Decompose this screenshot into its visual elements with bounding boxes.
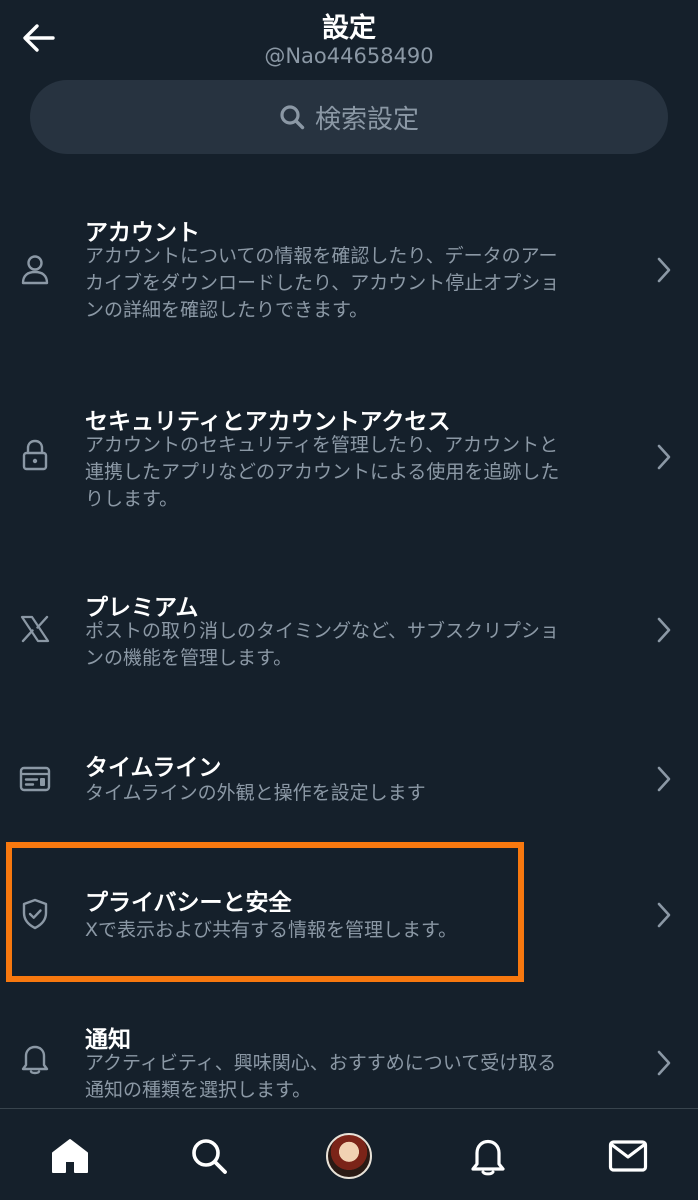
user-handle: @Nao44658490 [264,44,434,68]
settings-item-description: アカウントのセキュリティを管理したり、アカウントと 連携したアプリなどのアカウン… [85,434,560,510]
page-title: 設定 [322,13,376,44]
nav-notifications[interactable] [463,1131,513,1181]
chevron-right-icon [654,1048,674,1078]
mail-icon [608,1140,648,1172]
bottom-nav [0,1108,698,1200]
chevron-right-icon [654,442,674,472]
person-icon [18,253,52,287]
header: 設定 @Nao44658490 [0,0,698,70]
settings-item-account[interactable]: アカウント アカウントについての情報を確認したり、データのアー カイブをダウンロ… [0,205,698,335]
settings-item-title: アカウント [85,220,200,246]
settings-item-title: プライバシーと安全 [85,890,292,916]
chevron-right-icon [654,615,674,645]
settings-item-description: アクティビティ、興味関心、おすすめについて受け取る 通知の種類を選択します。 [85,1052,557,1101]
settings-item-title: プレミアム [85,595,199,621]
settings-item-timeline[interactable]: タイムライン タイムラインの外観と操作を設定します [0,740,698,820]
avatar [326,1133,372,1179]
chevron-right-icon [654,900,674,930]
nav-messages[interactable] [603,1131,653,1181]
search-placeholder: 検索設定 [314,104,419,135]
x-logo-icon [18,612,52,646]
settings-item-description: アカウントについての情報を確認したり、データのアー カイブをダウンロードしたり、… [85,245,560,321]
settings-item-title: 通知 [85,1027,131,1053]
settings-item-description: タイムラインの外観と操作を設定します [85,782,426,804]
settings-item-description: ポストの取り消しのタイミングなど、サブスクリプショ ンの機能を管理します。 [85,620,560,669]
settings-item-security[interactable]: セキュリティとアカウントアクセス アカウントのセキュリティを管理したり、アカウン… [0,392,698,522]
settings-item-description: Xで表示および共有する情報を管理します。 [85,919,458,941]
settings-item-title: セキュリティとアカウントアクセス [85,409,451,435]
search-input[interactable]: 検索設定 [30,80,668,154]
nav-profile[interactable] [324,1131,374,1181]
shield-check-icon [18,897,52,931]
settings-item-title: タイムライン [85,755,222,781]
lock-icon [18,438,52,472]
nav-home[interactable] [45,1131,95,1181]
settings-item-privacy-safety[interactable]: プライバシーと安全 Xで表示および共有する情報を管理します。 [0,875,698,955]
settings-item-premium[interactable]: プレミアム ポストの取り消しのタイミングなど、サブスクリプショ ンの機能を管理し… [0,580,698,680]
search-icon [280,105,305,130]
chevron-right-icon [654,255,674,285]
search-icon [192,1139,227,1174]
bell-outline-icon [18,1042,52,1076]
nav-search[interactable] [184,1131,234,1181]
chevron-right-icon [654,764,674,794]
settings-item-notifications[interactable]: 通知 アクティビティ、興味関心、おすすめについて受け取る 通知の種類を選択します… [0,1018,698,1108]
timeline-icon [18,762,52,796]
home-icon [52,1139,88,1173]
bell-icon [471,1139,505,1176]
